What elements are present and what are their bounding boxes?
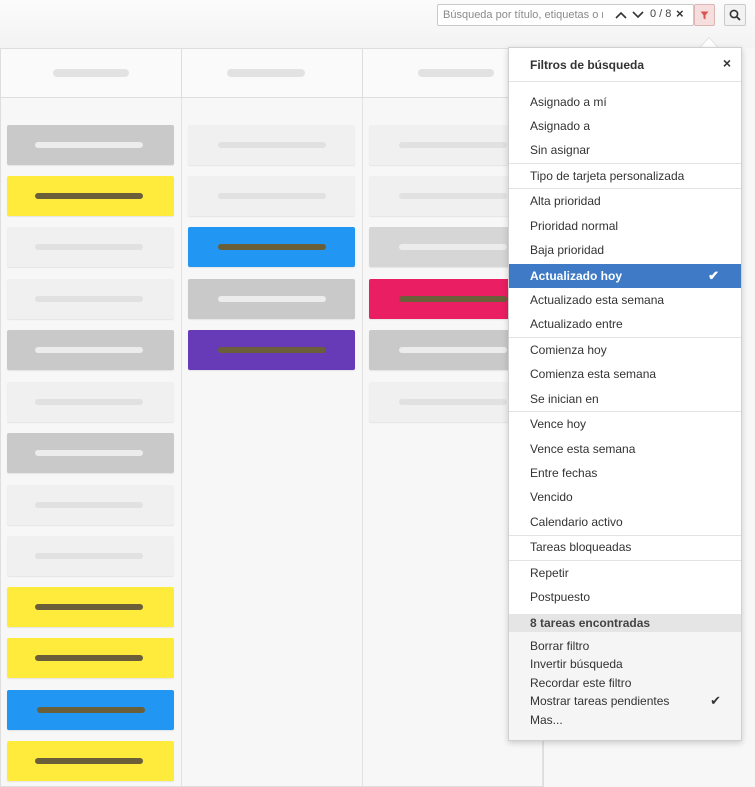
filter-updated-today[interactable]: Actualizado hoy ✔	[509, 264, 741, 288]
task-card[interactable]	[369, 382, 519, 422]
filter-postponed[interactable]: Postpuesto	[509, 585, 741, 609]
kanban-board	[0, 48, 544, 787]
remember-filter-link[interactable]: Recordar este filtro	[509, 674, 741, 692]
task-card[interactable]	[369, 125, 519, 165]
chevron-down-icon[interactable]	[631, 7, 645, 23]
task-card[interactable]	[7, 741, 174, 781]
filter-button[interactable]	[694, 4, 715, 26]
filter-updated-this-week[interactable]: Actualizado esta semana	[509, 288, 741, 312]
filter-custom-card-type[interactable]: Tipo de tarjeta personalizada	[509, 164, 741, 188]
filter-high-priority[interactable]: Alta prioridad	[509, 189, 741, 213]
search-button[interactable]	[724, 4, 746, 26]
search-box: 0 / 8 ×	[437, 4, 694, 26]
task-card[interactable]	[7, 330, 174, 370]
task-card[interactable]	[188, 330, 355, 370]
filter-blocked-tasks[interactable]: Tareas bloqueadas	[509, 535, 741, 559]
task-card[interactable]	[7, 485, 174, 525]
close-icon[interactable]: ×	[723, 55, 731, 71]
task-card[interactable]	[369, 227, 519, 267]
filter-due-today[interactable]: Vence hoy	[509, 412, 741, 436]
task-card[interactable]	[7, 279, 174, 319]
task-card[interactable]	[7, 176, 174, 216]
task-card[interactable]	[7, 536, 174, 576]
filter-updated-today-label: Actualizado hoy	[530, 269, 623, 283]
dropdown-title: Filtros de búsqueda	[530, 58, 645, 72]
filter-overdue[interactable]: Vencido	[509, 485, 741, 509]
filter-updated-between[interactable]: Actualizado entre	[509, 312, 741, 336]
column-header[interactable]	[182, 49, 363, 98]
task-card[interactable]	[188, 279, 355, 319]
task-card[interactable]	[188, 227, 355, 267]
check-icon: ✔	[710, 693, 721, 708]
check-icon: ✔	[708, 268, 719, 283]
task-card[interactable]	[7, 227, 174, 267]
filter-normal-priority[interactable]: Prioridad normal	[509, 214, 741, 238]
show-pending-tasks-toggle[interactable]: Mostrar tareas pendientes ✔	[509, 692, 741, 710]
filter-assigned-to[interactable]: Asignado a	[509, 114, 741, 138]
task-card[interactable]	[7, 433, 174, 473]
more-link[interactable]: Mas...	[509, 711, 741, 729]
task-card[interactable]	[7, 125, 174, 165]
task-card[interactable]	[7, 690, 174, 730]
filter-repeat[interactable]: Repetir	[509, 561, 741, 585]
filter-assigned-to-me[interactable]: Asignado a mí	[509, 90, 741, 114]
filter-due-this-week[interactable]: Vence esta semana	[509, 437, 741, 461]
filter-active-calendar[interactable]: Calendario activo	[509, 510, 741, 534]
tasks-found-count: 8 tareas encontradas	[509, 614, 741, 632]
top-bar: 0 / 8 ×	[0, 0, 755, 48]
task-card[interactable]	[369, 279, 519, 319]
match-counter: 0 / 8	[650, 8, 672, 20]
show-pending-tasks-label: Mostrar tareas pendientes	[530, 694, 670, 708]
filter-unassigned[interactable]: Sin asignar	[509, 138, 741, 162]
clear-filter-link[interactable]: Borrar filtro	[509, 637, 741, 655]
filter-starts-this-week[interactable]: Comienza esta semana	[509, 362, 741, 386]
dropdown-header: Filtros de búsqueda ×	[509, 48, 741, 82]
search-input[interactable]	[438, 5, 608, 25]
filter-low-priority[interactable]: Baja prioridad	[509, 238, 741, 262]
chevron-up-icon[interactable]	[614, 7, 628, 23]
task-card[interactable]	[7, 638, 174, 678]
clear-search-icon[interactable]: ×	[676, 6, 684, 21]
magnifier-icon	[729, 9, 741, 21]
task-card[interactable]	[369, 176, 519, 216]
filter-starts-today[interactable]: Comienza hoy	[509, 338, 741, 362]
task-card[interactable]	[188, 176, 355, 216]
task-card[interactable]	[188, 125, 355, 165]
task-card[interactable]	[369, 330, 519, 370]
invert-search-link[interactable]: Invertir búsqueda	[509, 655, 741, 673]
filter-actions: Borrar filtro Invertir búsqueda Recordar…	[509, 632, 741, 740]
task-card[interactable]	[7, 382, 174, 422]
filter-start-on[interactable]: Se inician en	[509, 387, 741, 411]
column-header[interactable]	[1, 49, 182, 98]
funnel-icon	[700, 11, 709, 19]
filter-between-dates[interactable]: Entre fechas	[509, 461, 741, 485]
task-card[interactable]	[7, 587, 174, 627]
search-filters-dropdown: Filtros de búsqueda × Asignado a mí Asig…	[508, 47, 742, 741]
